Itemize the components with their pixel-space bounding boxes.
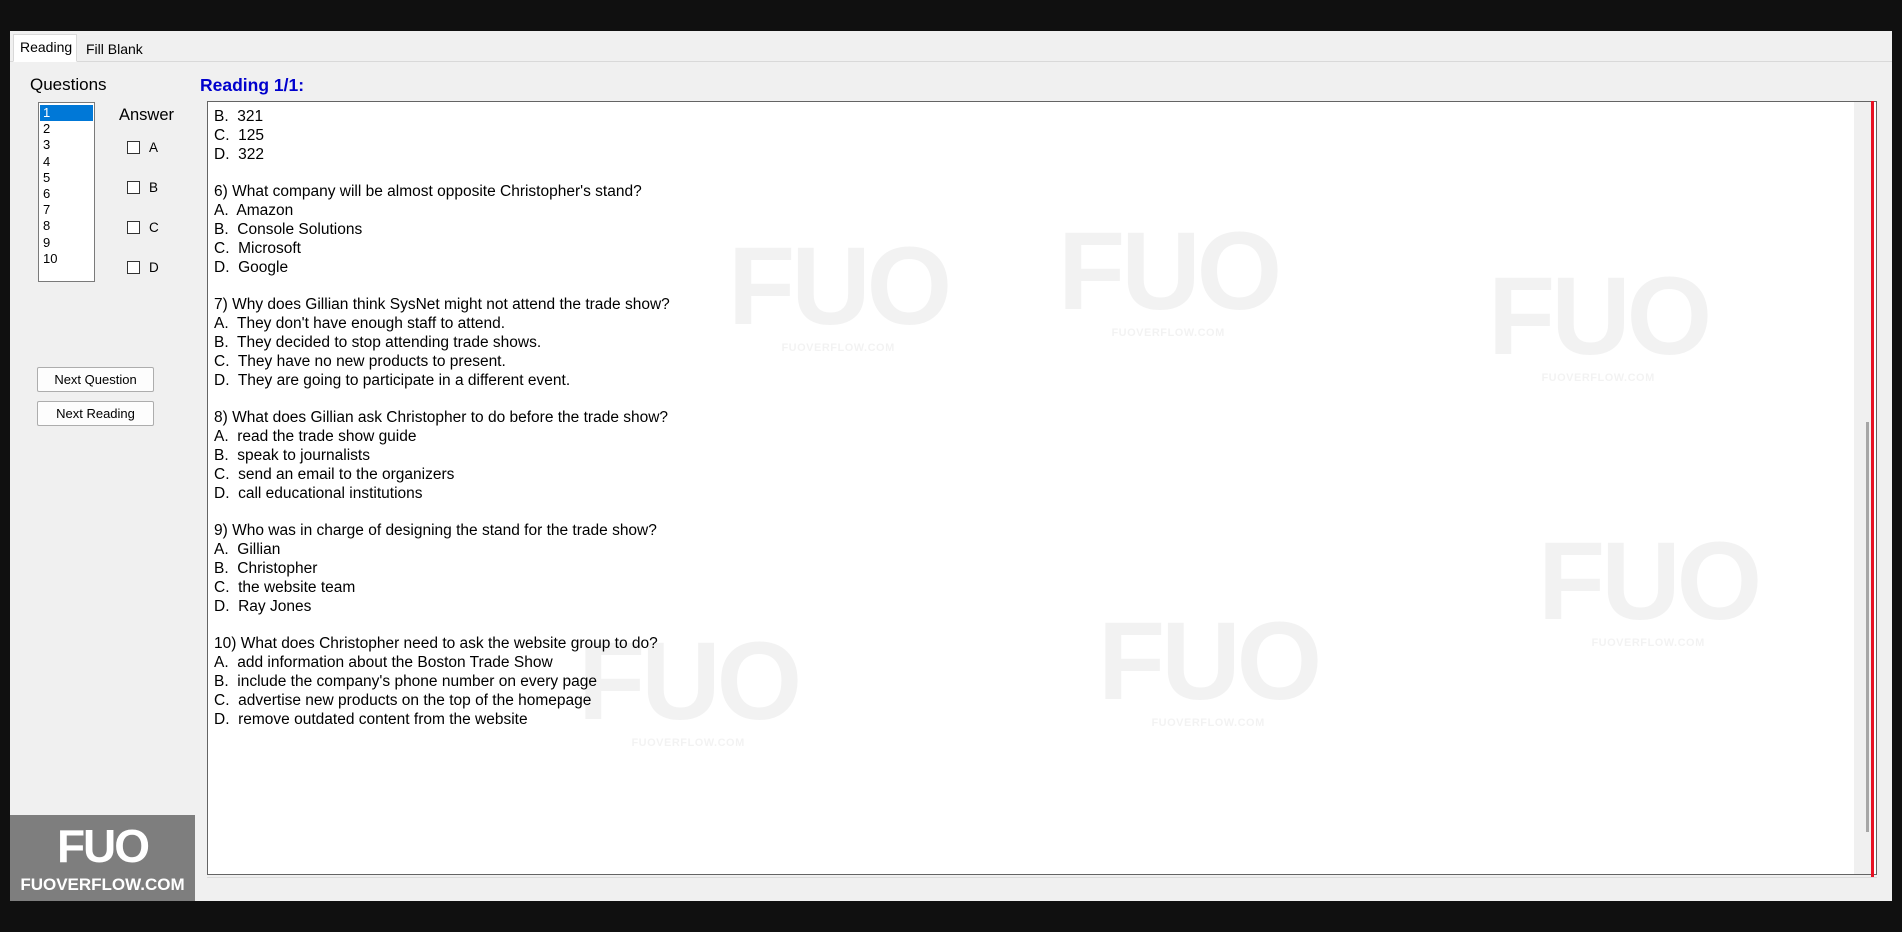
reading-line: D. Google xyxy=(214,258,289,276)
answer-option-label: C xyxy=(149,220,159,235)
reading-line: C. send an email to the organizers xyxy=(214,465,455,483)
answer-option-label: D xyxy=(149,260,159,275)
checkbox-b[interactable] xyxy=(127,181,140,194)
reading-line: 7) Why does Gillian think SysNet might n… xyxy=(214,296,670,314)
question-list-item[interactable]: 8 xyxy=(40,218,93,234)
question-list-item[interactable]: 9 xyxy=(40,235,93,251)
questions-label: Questions xyxy=(30,75,107,94)
answer-option-c[interactable]: C xyxy=(127,220,159,235)
reading-line: C. Microsoft xyxy=(214,239,301,257)
reading-line: D. remove outdated content from the webs… xyxy=(214,710,528,728)
question-list-item[interactable]: 4 xyxy=(40,154,93,170)
reading-line: C. the website team xyxy=(214,578,356,596)
question-list-item[interactable]: 5 xyxy=(40,170,93,186)
reading-line: C. advertise new products on the top of … xyxy=(214,692,592,709)
tab-reading[interactable]: Reading xyxy=(13,34,77,62)
reading-line: D. They are going to participate in a di… xyxy=(214,371,571,389)
scrollbar-thumb[interactable] xyxy=(1866,422,1869,832)
question-list-item[interactable]: 7 xyxy=(40,202,93,218)
checkbox-c[interactable] xyxy=(127,221,140,234)
reading-line: 9) Who was in charge of designing the st… xyxy=(214,522,657,540)
app-window: Reading Fill Blank Questions 1 2 3 4 5 6 7 8 9 10… xyxy=(10,31,1892,901)
reading-line: 8) What does Gillian ask Christopher to … xyxy=(214,409,669,427)
logo-mark: FUO xyxy=(56,820,150,872)
reading-line: C. 125 xyxy=(214,126,264,144)
reading-line: B. 321 xyxy=(214,107,264,125)
answer-option-label: B xyxy=(149,180,159,195)
reading-line: A. add information about the Boston Trad… xyxy=(214,654,553,672)
question-list-item[interactable]: 3 xyxy=(40,137,93,153)
reading-line xyxy=(214,391,1834,410)
tab-bar: Reading Fill Blank xyxy=(10,31,1892,62)
reading-line: B. speak to journalists xyxy=(214,447,370,465)
reading-line xyxy=(214,164,1834,183)
tab-fill-blank[interactable]: Fill Blank xyxy=(80,37,160,61)
reading-line: 10) What does Christopher need to ask th… xyxy=(214,635,658,653)
question-list-item[interactable]: 10 xyxy=(40,251,93,267)
answer-option-a[interactable]: A xyxy=(127,140,158,155)
answer-label: Answer xyxy=(119,106,175,124)
checkbox-d[interactable] xyxy=(127,261,140,274)
reading-line: 6) What company will be almost opposite … xyxy=(214,183,642,201)
reading-line: B. include the company's phone number on… xyxy=(214,673,597,691)
answer-option-b[interactable]: B xyxy=(127,180,158,195)
reading-line: A. read the trade show guide xyxy=(214,428,417,446)
bottom-border xyxy=(207,877,1877,886)
question-listbox[interactable]: 1 2 3 4 5 6 7 8 9 10 xyxy=(38,102,95,282)
reading-line: B. Console Solutions xyxy=(214,220,363,238)
reading-line: D. Ray Jones xyxy=(214,597,312,615)
reading-line: A. Gillian xyxy=(214,541,281,559)
reading-line: A. -- xyxy=(214,102,1834,108)
reading-text: A. --B. 321C. 125D. 322 6) What company w… xyxy=(214,102,1834,730)
reading-line xyxy=(214,277,1834,296)
question-list-item[interactable]: 1 xyxy=(40,105,93,122)
reading-line: A. Amazon xyxy=(214,202,294,220)
reading-line: A. They don't have enough staff to atten… xyxy=(214,315,506,333)
question-list-item[interactable]: 6 xyxy=(40,186,93,202)
reading-line xyxy=(214,504,1834,523)
reading-textbox[interactable]: FUO FUOVERFLOW.COM FUO FUOVERFLOW.COM FUO F… xyxy=(207,101,1877,875)
red-marker-line xyxy=(1871,101,1874,877)
next-reading-button[interactable]: Next Reading xyxy=(37,401,154,426)
answer-option-d[interactable]: D xyxy=(127,260,159,275)
checkbox-a[interactable] xyxy=(127,141,140,154)
next-question-button[interactable]: Next Question xyxy=(37,367,154,392)
reading-line xyxy=(214,617,1834,636)
logo-text: FUOVERFLOW.COM xyxy=(20,875,185,894)
fuoverflow-logo: FUO FUOVERFLOW.COM xyxy=(10,815,195,901)
reading-line: C. They have no new products to present. xyxy=(214,352,506,370)
reading-line: D. call educational institutions xyxy=(214,484,423,502)
question-list-item[interactable]: 2 xyxy=(40,121,93,137)
reading-line: D. 322 xyxy=(214,145,264,163)
reading-line: B. They decided to stop attending trade … xyxy=(214,333,542,351)
reading-title: Reading 1/1: xyxy=(200,75,305,95)
reading-line: B. Christopher xyxy=(214,560,318,578)
answer-option-label: A xyxy=(149,140,159,155)
